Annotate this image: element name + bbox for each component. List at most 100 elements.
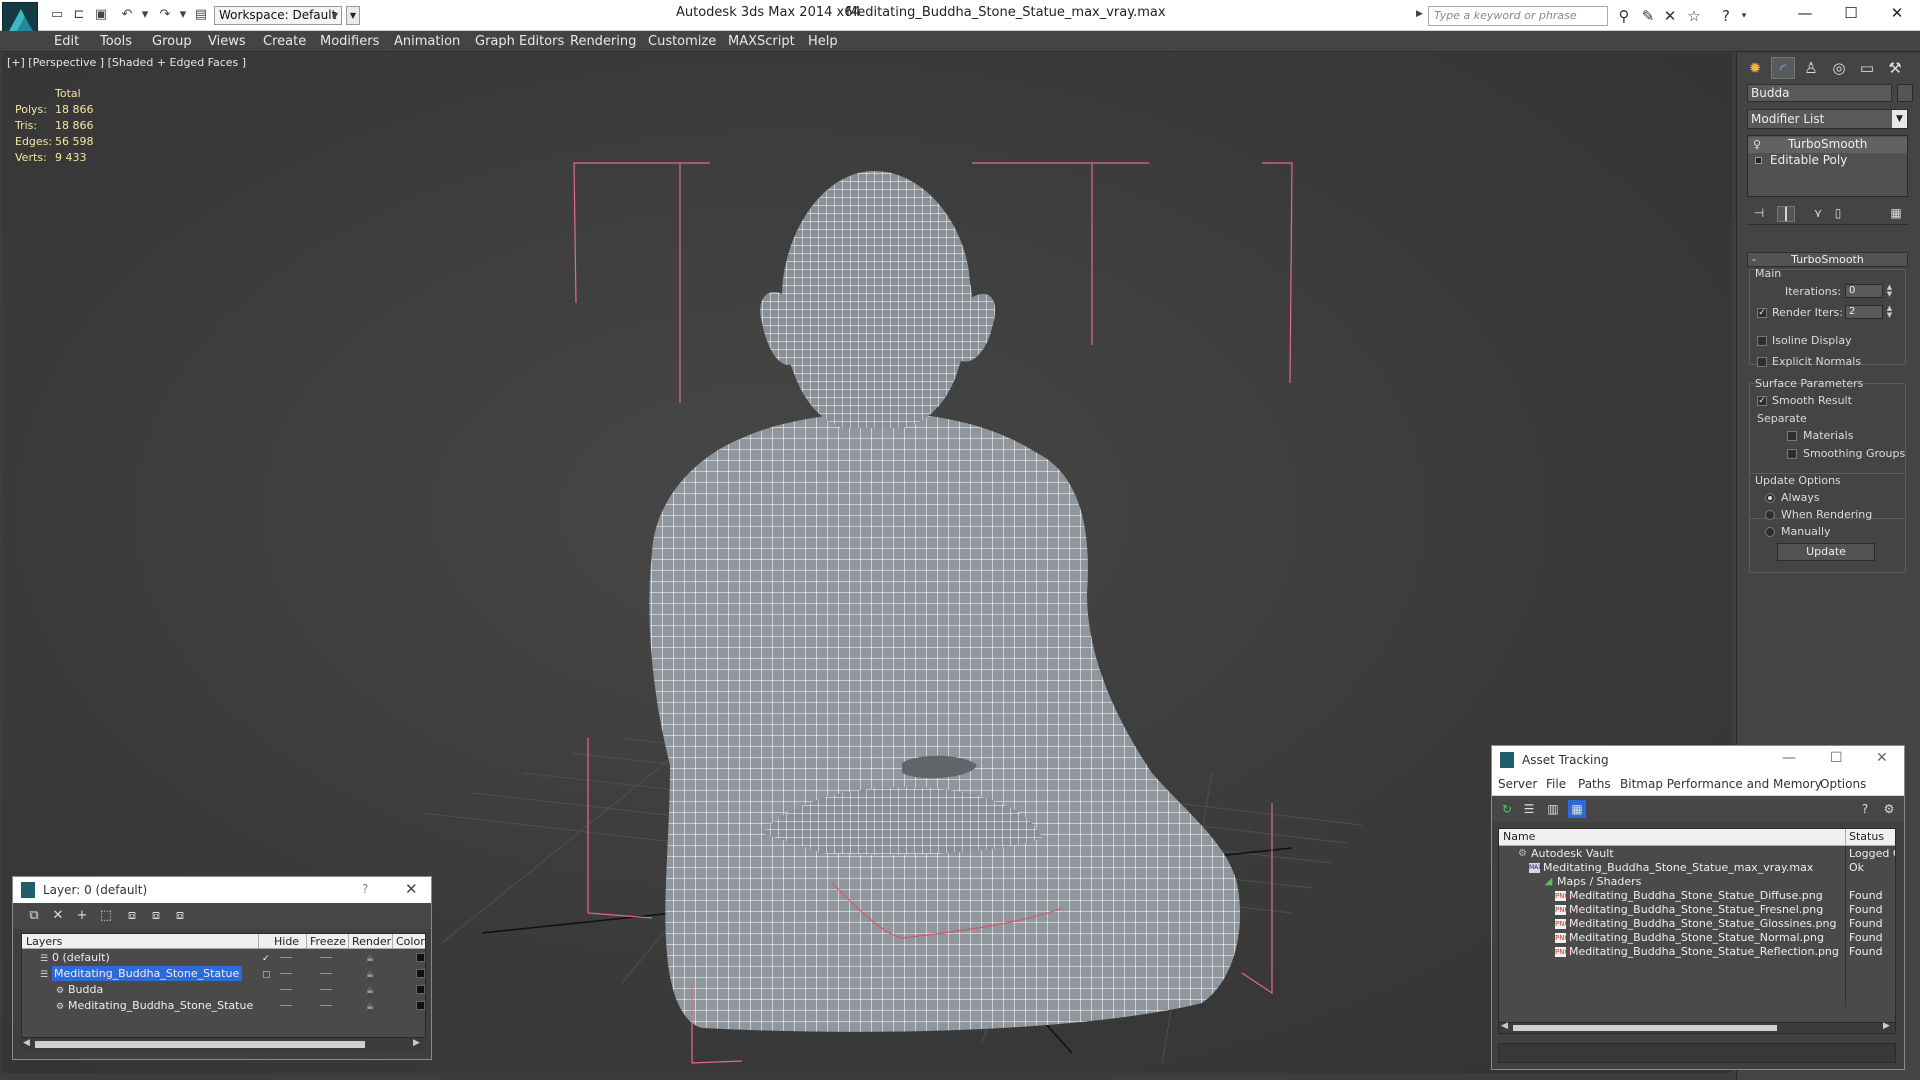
update-button[interactable]: Update xyxy=(1777,543,1875,561)
modifier-list-dropdown[interactable]: Modifier List ▼ xyxy=(1747,109,1908,129)
close-button[interactable]: ✕ xyxy=(1876,750,1888,766)
favorites-star-icon[interactable]: ☆ xyxy=(1684,6,1704,26)
current-layer-check-icon[interactable]: ✓ xyxy=(262,952,270,967)
undo-icon[interactable]: ↶ xyxy=(118,7,136,23)
render-teapot-icon[interactable]: ☕ xyxy=(366,952,374,967)
menu-help[interactable]: Help xyxy=(808,34,838,49)
scrollbar-thumb[interactable] xyxy=(1513,1025,1777,1031)
manually-radio[interactable] xyxy=(1765,527,1775,537)
close-button[interactable]: ✕ xyxy=(405,880,418,898)
table-row[interactable]: ◢ Maps / Shaders xyxy=(1499,875,1895,889)
table-row[interactable]: PNG Meditating_Buddha_Stone_Statue_Refle… xyxy=(1499,945,1895,959)
highlight-selected-icon[interactable]: ⧈ xyxy=(123,907,141,925)
layer-row[interactable]: ⚙ Budda ☕ xyxy=(22,982,425,999)
render-teapot-icon[interactable]: ☕ xyxy=(366,984,374,999)
project-folder-icon[interactable]: ▤ xyxy=(192,7,210,23)
redo-icon[interactable]: ↷ xyxy=(156,7,174,23)
redo-dropdown-icon[interactable]: ▾ xyxy=(174,7,192,23)
menu-maxscript[interactable]: MAXScript xyxy=(728,34,795,49)
table-row[interactable]: ⚙ Autodesk Vault Logged O xyxy=(1499,847,1895,861)
table-view-icon[interactable]: ▦ xyxy=(1568,800,1586,818)
display-tab-icon[interactable]: ▭ xyxy=(1855,57,1879,79)
open-file-icon[interactable]: ⊏ xyxy=(70,7,88,23)
subscription-icon[interactable]: ✎ xyxy=(1638,6,1658,26)
asset-tracking-titlebar[interactable]: Asset Tracking — ☐ ✕ xyxy=(1492,746,1904,774)
stack-item-turbosmooth[interactable]: ♀ TurboSmooth xyxy=(1748,137,1907,153)
menu-file[interactable]: File xyxy=(1546,777,1566,791)
spinner-arrows-icon[interactable]: ▲ ▼ xyxy=(1885,284,1894,298)
object-color-swatch[interactable] xyxy=(1897,84,1913,102)
help-button[interactable]: ? xyxy=(362,882,368,896)
create-layer-icon[interactable]: ⧉ xyxy=(25,907,43,925)
turbosmooth-rollout-header[interactable]: - TurboSmooth xyxy=(1747,252,1908,267)
create-tab-icon[interactable]: ✹ xyxy=(1743,57,1767,79)
always-radio[interactable] xyxy=(1765,493,1775,503)
menu-paths[interactable]: Paths xyxy=(1578,777,1611,791)
col-status[interactable]: Status xyxy=(1849,830,1884,843)
smooth-result-checkbox[interactable]: ✓ xyxy=(1757,396,1767,406)
utilities-tab-icon[interactable]: ⚒ xyxy=(1883,57,1907,79)
col-hide[interactable]: Hide xyxy=(274,935,299,948)
new-file-icon[interactable]: ▭ xyxy=(48,7,66,23)
communication-icon[interactable]: ✕ xyxy=(1660,6,1680,26)
show-end-result-icon[interactable]: ┃ xyxy=(1777,206,1795,222)
render-iters-spinner[interactable]: 2 xyxy=(1845,305,1883,319)
quick-access-dropdown-icon[interactable]: ▼ xyxy=(346,6,360,25)
add-to-layer-icon[interactable]: + xyxy=(73,907,91,925)
layer-color-swatch[interactable] xyxy=(416,1001,425,1010)
maximize-button[interactable]: ☐ xyxy=(1828,0,1874,27)
menu-options[interactable]: Options xyxy=(1820,777,1866,791)
isoline-display-checkbox[interactable] xyxy=(1757,336,1767,346)
minimize-button[interactable]: — xyxy=(1782,750,1796,766)
table-row[interactable]: PNG Meditating_Buddha_Stone_Statue_Fresn… xyxy=(1499,903,1895,917)
layer-row[interactable]: ☰ Meditating_Buddha_Stone_Statue ▢ ☕ xyxy=(22,966,425,983)
explicit-normals-checkbox[interactable] xyxy=(1757,357,1767,367)
object-name-field[interactable]: Budda xyxy=(1747,84,1892,102)
binoculars-icon[interactable]: ⚲ xyxy=(1614,6,1634,26)
configure-sets-icon[interactable]: ▦ xyxy=(1887,206,1905,222)
table-row[interactable]: PNG Meditating_Buddha_Stone_Statue_Gloss… xyxy=(1499,917,1895,931)
iterations-spinner[interactable]: 0 xyxy=(1845,284,1883,298)
col-name[interactable]: Name xyxy=(1503,830,1535,843)
smoothing-groups-checkbox[interactable] xyxy=(1787,449,1797,459)
current-layer-box-icon[interactable]: ▢ xyxy=(262,968,271,983)
layer-color-swatch[interactable] xyxy=(416,969,425,978)
menu-modifiers[interactable]: Modifiers xyxy=(320,34,379,49)
minimize-button[interactable]: — xyxy=(1782,0,1828,27)
scroll-left-icon[interactable]: ◀ xyxy=(1501,1021,1508,1031)
help-dropdown-icon[interactable]: ▾ xyxy=(1734,6,1754,26)
render-iters-checkbox[interactable]: ✓ xyxy=(1757,308,1767,318)
table-row[interactable]: PNG Meditating_Buddha_Stone_Statue_Diffu… xyxy=(1499,889,1895,903)
menu-tools[interactable]: Tools xyxy=(100,34,132,49)
layer-color-swatch[interactable] xyxy=(416,953,425,962)
help-icon[interactable]: ? xyxy=(1716,6,1736,26)
scroll-left-icon[interactable]: ◀ xyxy=(23,1038,30,1048)
maximize-button[interactable]: ☐ xyxy=(1830,750,1843,766)
make-unique-icon[interactable]: ⋎ xyxy=(1809,206,1827,222)
workspace-select[interactable]: Workspace: Default ▼ xyxy=(214,6,342,25)
freeze-unfreeze-all-icon[interactable]: ⧈ xyxy=(171,907,189,925)
menu-views[interactable]: Views xyxy=(208,34,246,49)
table-row[interactable]: MAX Meditating_Buddha_Stone_Statue_max_v… xyxy=(1499,861,1895,875)
menu-bitmap-performance[interactable]: Bitmap Performance and Memory xyxy=(1620,777,1822,791)
layer-row[interactable]: ☰ 0 (default) ✓ ☕ xyxy=(22,950,425,967)
col-color[interactable]: Color xyxy=(396,935,425,948)
spinner-arrows-icon[interactable]: ▲ ▼ xyxy=(1885,305,1894,319)
viewport-label[interactable]: [+] [Perspective ] [Shaded + Edged Faces… xyxy=(7,56,246,69)
menu-create[interactable]: Create xyxy=(263,34,306,49)
list-view-icon[interactable]: ☰ xyxy=(1520,800,1538,818)
menu-graph-editors[interactable]: Graph Editors xyxy=(475,34,564,49)
motion-tab-icon[interactable]: ◎ xyxy=(1827,57,1851,79)
col-render[interactable]: Render xyxy=(352,935,391,948)
delete-layer-icon[interactable]: ✕ xyxy=(49,907,67,925)
menu-animation[interactable]: Animation xyxy=(394,34,460,49)
col-layers[interactable]: Layers xyxy=(26,935,62,948)
materials-checkbox[interactable] xyxy=(1787,431,1797,441)
scroll-right-icon[interactable]: ▶ xyxy=(1883,1021,1890,1031)
search-expand-icon[interactable]: ▶ xyxy=(1416,9,1423,19)
menu-edit[interactable]: Edit xyxy=(54,34,79,49)
scroll-right-icon[interactable]: ▶ xyxy=(413,1038,420,1048)
refresh-icon[interactable]: ↻ xyxy=(1498,800,1516,818)
vault-options-icon[interactable]: ⚙ xyxy=(1880,800,1898,818)
expand-box-icon[interactable] xyxy=(1755,157,1762,164)
